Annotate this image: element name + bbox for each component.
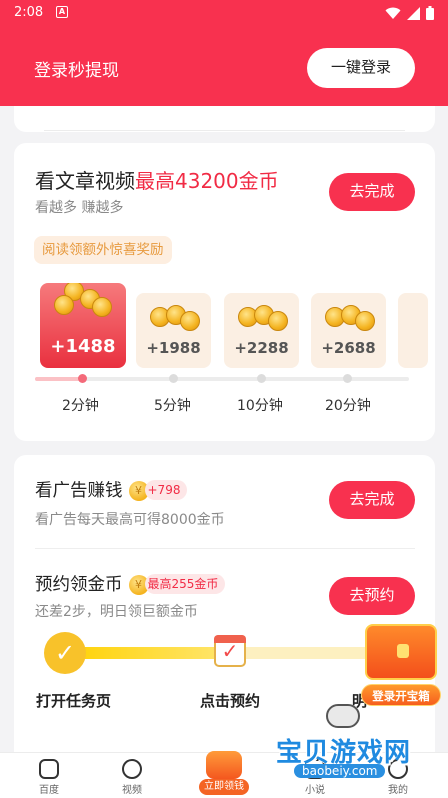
coin-icon — [355, 311, 375, 331]
ad-reward-badge: +798 — [144, 480, 188, 500]
reward-amount: +2288 — [234, 339, 289, 357]
reserve-task-title: 预约领金币 — [35, 575, 123, 595]
reward-tile-5-partial[interactable] — [398, 293, 428, 368]
ad-task-title-row: 看广告赚钱 ¥ +798 — [35, 477, 188, 502]
nav-label: 视频 — [122, 785, 142, 796]
login-withdraw-title: 登录秒提现 — [34, 61, 119, 81]
read-progress-track — [35, 374, 409, 383]
reward-amount: +1988 — [146, 339, 201, 357]
divider — [35, 548, 415, 549]
ad-task-title: 看广告赚钱 — [35, 481, 123, 501]
step-label-5min: 5分钟 — [154, 398, 191, 414]
coin-icon — [180, 311, 200, 331]
system-icons — [385, 6, 434, 20]
read-card-title-highlight: 最高43200金币 — [135, 169, 279, 193]
status-bar: 2:08 A — [0, 0, 448, 26]
reward-amount: +2688 — [321, 339, 376, 357]
one-click-login-button[interactable]: 一键登录 — [307, 48, 415, 88]
notification-icon: A — [56, 6, 68, 18]
reward-tile-1[interactable]: +1488 — [40, 283, 126, 368]
nav-label: 立即领钱 — [199, 779, 249, 795]
coin-icon — [268, 311, 288, 331]
read-card-title: 看文章视频最高43200金币 — [35, 165, 279, 194]
nav-video[interactable]: 视频 — [102, 759, 162, 796]
check-icon: ✓ — [44, 632, 86, 674]
reserve-task-subtitle: 还差2步，明日领巨额金币 — [35, 604, 198, 620]
previous-card-bottom — [14, 106, 435, 132]
read-articles-card: 看文章视频最高43200金币 看越多 赚越多 去完成 阅读领额外惊喜奖励 +14… — [14, 143, 435, 441]
app-header: 登录秒提现 一键登录 — [0, 26, 448, 106]
signal-icon — [407, 6, 420, 20]
ad-task-subtitle: 看广告每天最高可得8000金币 — [35, 512, 225, 528]
status-time: 2:08 — [14, 5, 44, 20]
ad-go-complete-button[interactable]: 去完成 — [329, 481, 415, 519]
read-card-title-plain: 看文章视频 — [35, 169, 135, 193]
step-label-10min: 10分钟 — [237, 398, 283, 414]
nav-baidu[interactable]: 百度 — [19, 759, 79, 796]
progress-dot — [257, 374, 266, 383]
treasure-chest-icon[interactable] — [365, 624, 437, 680]
bonus-reward-tag: 阅读领额外惊喜奖励 — [34, 236, 172, 264]
step-open-task-page: 打开任务页 — [36, 692, 112, 710]
watermark-url: baobeiy.com — [294, 764, 386, 778]
calendar-check-icon: ✓ — [214, 635, 246, 667]
wifi-icon — [385, 7, 401, 19]
open-treasure-button[interactable]: 登录开宝箱 — [361, 684, 441, 706]
nav-label: 百度 — [39, 785, 59, 796]
red-packet-icon — [206, 751, 242, 779]
gamepad-icon — [326, 704, 360, 728]
site-watermark: 宝贝游戏网 baobeiy.com — [276, 704, 446, 790]
progress-dot — [169, 374, 178, 383]
reserve-button[interactable]: 去预约 — [329, 577, 415, 615]
reward-tile-3[interactable]: +2288 — [224, 293, 299, 368]
progress-dot — [78, 374, 87, 383]
baidu-home-icon — [39, 759, 59, 779]
read-card-subtitle: 看越多 赚越多 — [35, 200, 124, 216]
reward-amount: +1488 — [50, 336, 116, 357]
video-play-icon — [122, 759, 142, 779]
read-go-complete-button[interactable]: 去完成 — [329, 173, 415, 211]
progress-dot — [343, 374, 352, 383]
nav-earn-now[interactable]: 立即领钱 — [199, 745, 249, 795]
step-label-20min: 20分钟 — [325, 398, 371, 414]
coin-icon — [54, 295, 74, 315]
reward-tile-2[interactable]: +1988 — [136, 293, 211, 368]
read-progress-fill — [35, 377, 80, 381]
battery-icon — [426, 6, 434, 20]
reserve-task-title-row: 预约领金币 ¥ 最高255金币 — [35, 571, 226, 596]
reserve-reward-badge: 最高255金币 — [144, 574, 226, 594]
step-click-reserve: 点击预约 — [200, 692, 261, 710]
step-label-2min: 2分钟 — [62, 398, 99, 414]
coin-icon — [92, 297, 112, 317]
reward-tile-4[interactable]: +2688 — [311, 293, 386, 368]
